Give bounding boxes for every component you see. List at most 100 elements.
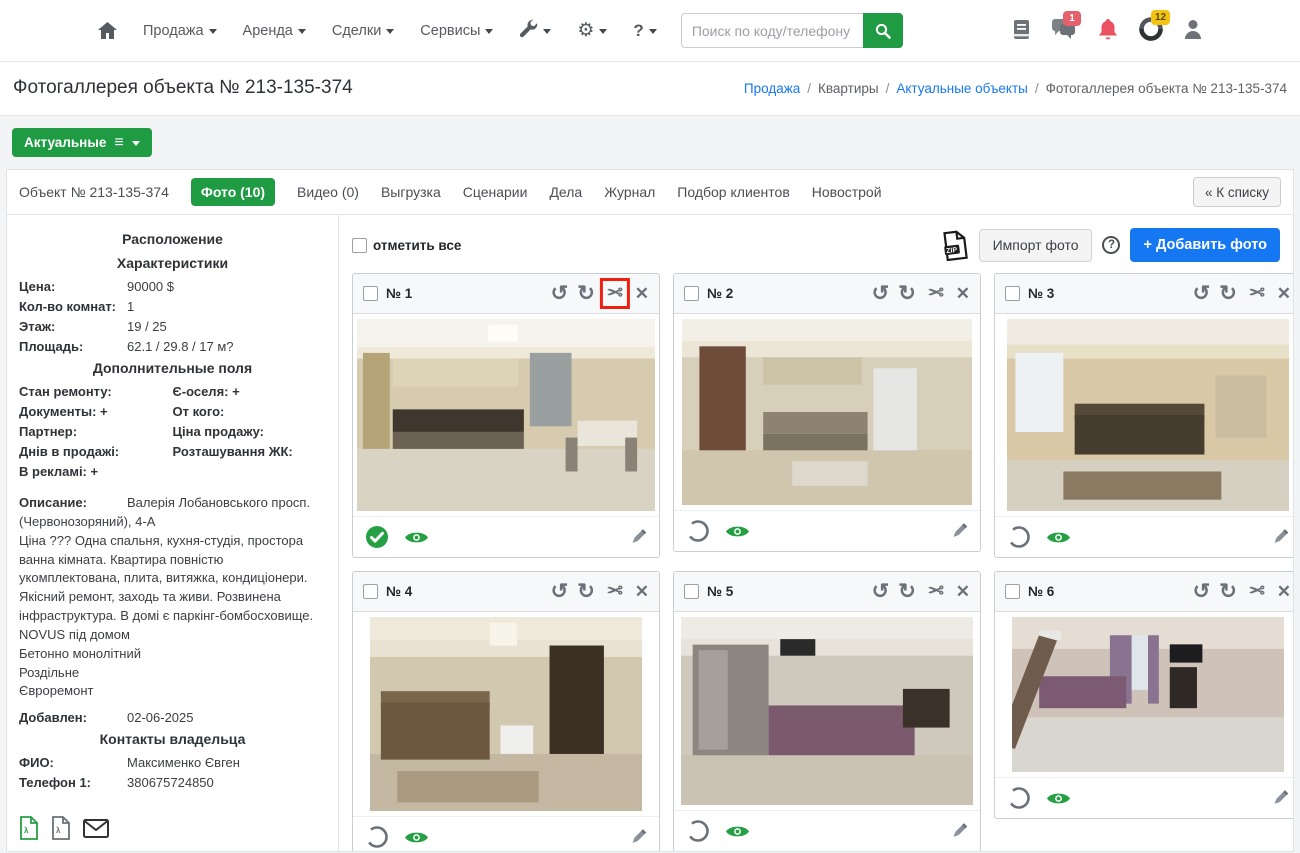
delete-photo-icon[interactable]: ✕	[635, 285, 649, 302]
tab-новострой[interactable]: Новострой	[812, 184, 882, 200]
photo-checkbox[interactable]	[363, 286, 378, 301]
visibility-eye-icon[interactable]	[725, 523, 750, 540]
chevron-down-icon	[485, 29, 494, 34]
contact-value: 380675724850	[127, 775, 214, 791]
delete-photo-icon[interactable]: ✕	[1277, 583, 1291, 600]
edit-pencil-icon[interactable]	[629, 828, 647, 846]
delete-photo-icon[interactable]: ✕	[956, 583, 970, 600]
breadcrumb-link[interactable]: Продажа	[744, 81, 800, 96]
visibility-eye-icon[interactable]	[404, 829, 429, 846]
email-icon[interactable]	[83, 818, 109, 838]
rotate-right-icon[interactable]: ↻	[898, 283, 916, 304]
not-main-circle-icon[interactable]	[686, 519, 710, 543]
help-icon[interactable]: ?	[1102, 236, 1121, 254]
characteristic-value: 19 / 25	[127, 319, 167, 334]
rotate-left-icon[interactable]: ↺	[1193, 283, 1211, 304]
user-icon[interactable]	[1184, 19, 1202, 42]
edit-pencil-icon[interactable]	[1271, 528, 1289, 546]
not-main-circle-icon[interactable]	[1007, 786, 1031, 810]
import-photos-button[interactable]: Импорт фото	[978, 228, 1093, 262]
rotate-left-icon[interactable]: ↺	[551, 581, 569, 602]
pdf-export-green-icon[interactable]: λ	[19, 816, 39, 841]
tab-сценарии[interactable]: Сценарии	[463, 184, 528, 200]
actual-filter-button[interactable]: Актуальные ≡	[12, 128, 152, 157]
svg-text:ZIP: ZIP	[946, 246, 958, 254]
photo-thumbnail[interactable]	[674, 612, 980, 810]
menu-prodazha[interactable]: Продажа	[143, 23, 217, 39]
rotate-right-icon[interactable]: ↻	[1219, 283, 1237, 304]
menu-settings[interactable]: ⚙	[577, 19, 608, 42]
messages-icon[interactable]: 1	[1051, 11, 1081, 43]
photo-checkbox[interactable]	[363, 584, 378, 599]
photo-thumbnail[interactable]	[995, 612, 1293, 777]
visibility-eye-icon[interactable]	[1046, 529, 1071, 546]
tab-выгрузка[interactable]: Выгрузка	[381, 184, 441, 200]
back-to-list-button[interactable]: « К списку	[1192, 177, 1281, 207]
visibility-eye-icon[interactable]	[725, 823, 750, 840]
not-main-circle-icon[interactable]	[365, 825, 389, 849]
characteristic-row: Цена: 90000 $	[19, 279, 326, 294]
edit-pencil-icon[interactable]	[950, 822, 968, 840]
rotate-right-icon[interactable]: ↻	[1219, 581, 1237, 602]
tab-видео-0-[interactable]: Видео (0)	[297, 184, 359, 200]
rotate-right-icon[interactable]: ↻	[898, 581, 916, 602]
crop-scissors-icon[interactable]: ✂	[925, 580, 947, 603]
notifications-icon[interactable]	[1098, 18, 1118, 44]
zip-download-icon[interactable]: ZIP	[942, 230, 969, 261]
crop-scissors-icon[interactable]: ✂	[599, 278, 630, 309]
delete-photo-icon[interactable]: ✕	[956, 285, 970, 302]
photo-thumbnail[interactable]	[674, 314, 980, 510]
photo-card-header: № 2 ↺ ↻ ✂ ✕	[674, 274, 980, 314]
home-icon[interactable]	[98, 22, 117, 39]
crop-scissors-icon[interactable]: ✂	[1246, 580, 1268, 603]
delete-photo-icon[interactable]: ✕	[635, 583, 649, 600]
search-button[interactable]	[862, 13, 903, 48]
rotate-right-icon[interactable]: ↻	[577, 283, 595, 304]
menu-sdelki[interactable]: Сделки	[332, 23, 395, 39]
not-main-circle-icon[interactable]	[1007, 525, 1031, 549]
edit-pencil-icon[interactable]	[629, 528, 647, 546]
main-photo-check-icon[interactable]	[365, 525, 389, 549]
tab-подбор-клиентов[interactable]: Подбор клиентов	[677, 184, 789, 200]
photo-card-header: № 3 ↺ ↻ ✂ ✕	[995, 274, 1293, 314]
photo-checkbox[interactable]	[684, 286, 699, 301]
rotate-right-icon[interactable]: ↻	[577, 581, 595, 602]
visibility-eye-icon[interactable]	[404, 529, 429, 546]
photo-checkbox[interactable]	[1005, 286, 1020, 301]
photo-thumbnail[interactable]	[353, 314, 659, 516]
edit-pencil-icon[interactable]	[950, 522, 968, 540]
crop-scissors-icon[interactable]: ✂	[1246, 282, 1268, 305]
tab-объект-213-135-374[interactable]: Объект № 213-135-374	[19, 184, 169, 200]
photo-thumbnail[interactable]	[995, 314, 1293, 516]
tab-журнал[interactable]: Журнал	[604, 184, 655, 200]
menu-help[interactable]: ?	[633, 21, 657, 41]
timer-icon[interactable]: 12	[1139, 10, 1171, 44]
delete-photo-icon[interactable]: ✕	[1277, 285, 1291, 302]
journal-icon[interactable]	[1013, 19, 1030, 43]
menu-arenda[interactable]: Аренда	[243, 23, 306, 39]
rotate-left-icon[interactable]: ↺	[1193, 581, 1211, 602]
pdf-export-gray-icon[interactable]: λ	[51, 816, 71, 841]
visibility-eye-icon[interactable]	[1046, 790, 1071, 807]
photo-thumbnail[interactable]	[353, 612, 659, 816]
extra-field: Документы: +	[19, 404, 108, 419]
crop-scissors-icon[interactable]: ✂	[925, 282, 947, 305]
photo-checkbox[interactable]	[684, 584, 699, 599]
menu-servisy[interactable]: Сервисы	[420, 23, 494, 39]
rotate-left-icon[interactable]: ↺	[872, 581, 890, 602]
add-photo-button[interactable]: + Добавить фото	[1130, 228, 1280, 262]
tab-фото-10-[interactable]: Фото (10)	[190, 178, 276, 206]
breadcrumb-link[interactable]: Актуальные объекты	[896, 81, 1028, 96]
edit-pencil-icon[interactable]	[1271, 789, 1289, 807]
crop-scissors-icon[interactable]: ✂	[604, 580, 626, 603]
menu-tools[interactable]	[519, 19, 552, 42]
menu-label: Аренда	[242, 22, 293, 39]
select-all-checkbox[interactable]	[352, 237, 367, 253]
search-input[interactable]	[680, 13, 863, 48]
description-line: Євроремонт	[19, 683, 94, 699]
rotate-left-icon[interactable]: ↺	[872, 283, 890, 304]
photo-checkbox[interactable]	[1005, 584, 1020, 599]
tab-дела[interactable]: Дела	[549, 184, 582, 200]
rotate-left-icon[interactable]: ↺	[551, 283, 569, 304]
not-main-circle-icon[interactable]	[686, 819, 710, 843]
